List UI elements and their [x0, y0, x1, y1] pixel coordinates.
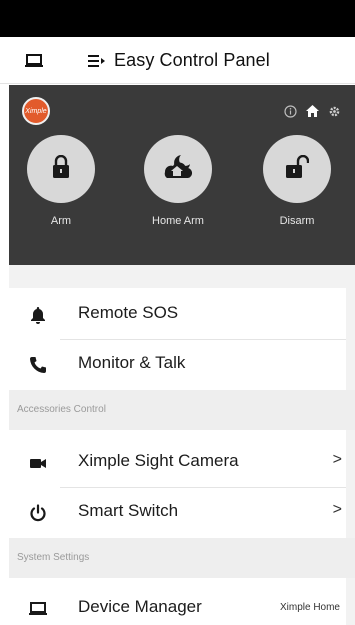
mode-home-arm-button[interactable]: [144, 135, 212, 203]
info-icon[interactable]: [284, 104, 297, 123]
gear-icon[interactable]: [328, 105, 341, 123]
list-item-label: Smart Switch: [78, 501, 179, 520]
list-item-camera[interactable]: Ximple Sight Camera >: [9, 438, 346, 486]
device-name-value: Ximple Home: [279, 602, 340, 613]
page-title: Easy Control Panel: [114, 50, 270, 70]
laptop-icon[interactable]: [24, 53, 44, 74]
video-camera-icon: [27, 452, 49, 474]
bell-icon: [27, 304, 49, 326]
laptop-icon: [27, 598, 49, 620]
status-bar: [0, 0, 355, 37]
brand-logo: Ximple: [22, 97, 50, 125]
mode-home-arm[interactable]: Home Arm: [142, 135, 214, 227]
home-icon[interactable]: [305, 104, 320, 123]
mode-arm-label: Arm: [50, 215, 72, 227]
phone-icon: [27, 354, 49, 376]
app-bar: Easy Control Panel: [0, 37, 355, 84]
home-moon-icon: [161, 152, 195, 187]
section-header-accessories: Accessories Control: [9, 390, 355, 430]
mode-arm[interactable]: Arm: [25, 135, 97, 227]
list-item-label: Remote SOS: [78, 303, 179, 322]
menu-icon[interactable]: [88, 54, 106, 73]
spacer: [9, 265, 355, 288]
mode-disarm-button[interactable]: [263, 135, 331, 203]
mode-disarm[interactable]: Disarm: [261, 135, 333, 227]
power-icon: [27, 502, 49, 524]
list-item-label: Monitor & Talk: [78, 353, 186, 372]
chevron-right-icon: >: [332, 451, 342, 468]
mode-home-arm-label: Home Arm: [152, 215, 204, 227]
mode-disarm-label: Disarm: [279, 215, 315, 227]
list-item-remote-sos[interactable]: Remote SOS: [9, 290, 346, 338]
lock-closed-icon: [51, 154, 71, 184]
list-item-label: Ximple Sight Camera: [78, 451, 239, 470]
mode-arm-button[interactable]: [27, 135, 95, 203]
chevron-right-icon: >: [332, 501, 342, 518]
panel-actions: [284, 104, 341, 123]
section-header-system: System Settings: [9, 538, 355, 578]
control-panel: Ximple Arm Home Arm Disarm: [9, 85, 355, 265]
section-title: System Settings: [17, 552, 90, 563]
section-title: Accessories Control: [17, 404, 106, 415]
list-item-smart-switch[interactable]: Smart Switch >: [9, 488, 346, 536]
lock-open-icon: [285, 154, 310, 184]
list-item-monitor-talk[interactable]: Monitor & Talk: [9, 340, 346, 388]
list-item-label: Device Manager: [78, 597, 202, 616]
list-item-device-manager[interactable]: Device Manager Ximple Home: [9, 584, 346, 625]
